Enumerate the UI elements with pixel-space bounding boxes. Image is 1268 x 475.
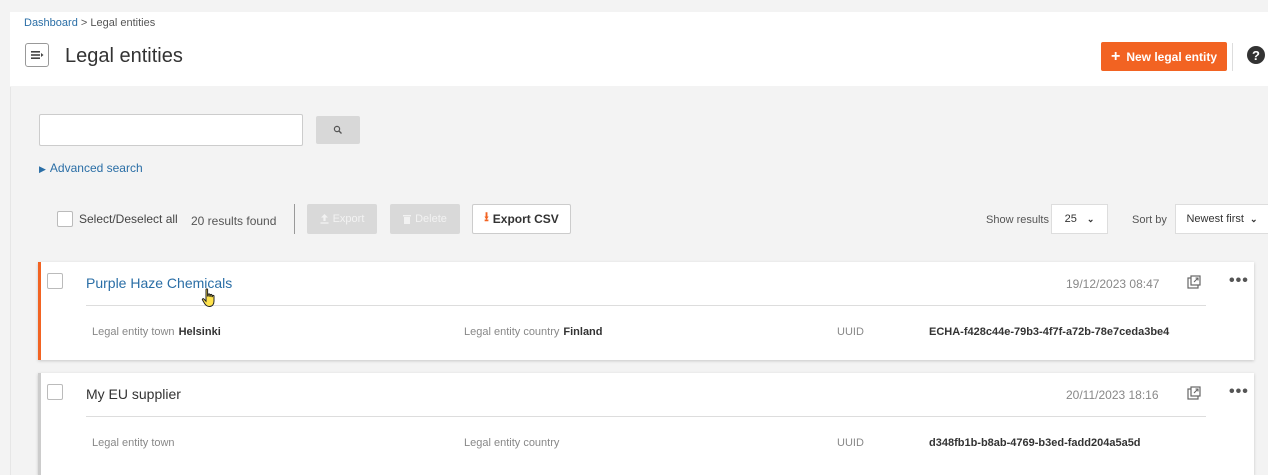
entity-country-field: Legal entity country (464, 437, 563, 449)
new-legal-entity-button[interactable]: + New legal entity (1101, 42, 1227, 71)
hand-pointer-cursor-icon (201, 288, 215, 308)
town-label: Legal entity town (92, 326, 175, 338)
search-input[interactable] (39, 114, 303, 146)
delete-label: Delete (415, 213, 447, 225)
results-toolbar: Select/Deselect all 20 results found Exp… (11, 204, 1268, 236)
header-divider (1232, 43, 1233, 71)
toolbar-divider (294, 204, 295, 234)
delete-button[interactable]: Delete (390, 204, 460, 234)
show-results-select[interactable]: 25 ⌄ (1051, 204, 1108, 234)
main-content: ▶ Advanced search Select/Deselect all 20 … (10, 87, 1268, 475)
entity-date: 20/11/2023 18:16 (1066, 388, 1159, 402)
export-icon (320, 214, 329, 224)
row-checkbox[interactable] (47, 384, 63, 400)
entity-name-link[interactable]: My EU supplier (86, 386, 181, 402)
help-icon[interactable]: ? (1247, 46, 1265, 64)
list-item[interactable]: Purple Haze Chemicals 19/12/2023 08:47 •… (38, 262, 1254, 360)
more-options-icon[interactable]: ••• (1229, 272, 1249, 290)
export-csv-button[interactable]: ⭳ Export CSV (472, 204, 571, 234)
country-label: Legal entity country (464, 326, 560, 338)
new-legal-entity-label: New legal entity (1126, 49, 1218, 64)
advanced-search-toggle[interactable]: ▶ Advanced search (39, 161, 143, 175)
export-button[interactable]: Export (307, 204, 377, 234)
sort-by-label: Sort by (1132, 214, 1167, 226)
page-title: Legal entities (65, 45, 183, 67)
country-label: Legal entity country (464, 437, 560, 449)
menu-icon (31, 51, 44, 59)
breadcrumb: Dashboard > Legal entities (24, 17, 155, 29)
trash-icon (403, 215, 412, 224)
list-item[interactable]: My EU supplier 20/11/2023 18:16 ••• Lega… (38, 373, 1254, 475)
entity-country-field: Legal entity country Finland (464, 326, 603, 338)
uuid-value: ECHA-f428c44e-79b3-4f7f-a72b-78e7ceda3be… (929, 326, 1170, 338)
search-button[interactable] (316, 116, 360, 144)
open-in-new-icon[interactable] (1187, 275, 1201, 289)
plus-icon: + (1110, 47, 1121, 65)
card-divider (86, 305, 1206, 306)
uuid-label: UUID (837, 437, 864, 449)
entity-date: 19/12/2023 08:47 (1066, 277, 1160, 291)
breadcrumb-separator: > (77, 17, 91, 29)
town-value: Helsinki (178, 326, 221, 338)
row-checkbox[interactable] (47, 273, 63, 289)
breadcrumb-current: Legal entities (90, 17, 156, 29)
download-icon: ⭳ (484, 209, 489, 224)
page-header: Dashboard > Legal entities Legal entitie… (10, 12, 1268, 86)
entity-town-field: Legal entity town Helsinki (92, 326, 221, 338)
chevron-down-icon: ⌄ (1249, 213, 1258, 224)
chevron-down-icon: ⌄ (1086, 213, 1095, 224)
select-all-control[interactable]: Select/Deselect all (57, 211, 178, 227)
search-icon (333, 125, 342, 134)
more-options-icon[interactable]: ••• (1229, 383, 1249, 401)
advanced-search-label: Advanced search (49, 161, 143, 175)
open-in-new-icon[interactable] (1187, 386, 1201, 400)
sort-by-select[interactable]: Newest first ⌄ (1175, 204, 1268, 234)
export-label: Export (332, 213, 365, 225)
uuid-label: UUID (837, 326, 864, 338)
breadcrumb-dashboard-link[interactable]: Dashboard (24, 17, 78, 29)
sidebar-toggle-button[interactable] (25, 43, 49, 67)
sort-by-value: Newest first (1186, 213, 1244, 225)
select-all-label: Select/Deselect all (79, 212, 178, 226)
export-csv-label: Export CSV (492, 212, 559, 226)
select-all-checkbox[interactable] (57, 211, 73, 227)
show-results-label: Show results (986, 214, 1049, 226)
entity-town-field: Legal entity town (92, 437, 179, 449)
show-results-value: 25 (1064, 213, 1077, 225)
card-divider (86, 416, 1206, 417)
country-value: Finland (563, 326, 603, 338)
results-count: 20 results found (191, 214, 277, 228)
uuid-value: d348fb1b-b8ab-4769-b3ed-fadd204a5a5d (929, 437, 1141, 449)
town-label: Legal entity town (92, 437, 175, 449)
triangle-right-icon: ▶ (39, 164, 46, 174)
